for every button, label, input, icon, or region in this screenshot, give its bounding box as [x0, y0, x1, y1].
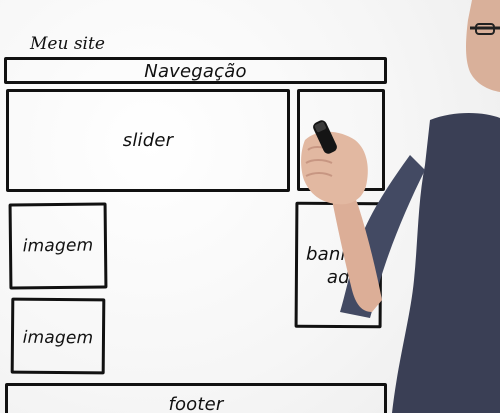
banner-label-line1: banner: [306, 243, 372, 266]
head-partial: [466, 0, 500, 92]
footer-box: footer: [5, 383, 387, 413]
image-box-1: imagem: [8, 202, 108, 290]
slider-box: slider: [6, 89, 290, 192]
slider-label: slider: [122, 130, 174, 151]
image-box-2: imagem: [10, 297, 106, 375]
glasses-lens: [475, 23, 495, 35]
navigation-label: Navegação: [144, 61, 247, 82]
image-label-1: imagem: [22, 235, 94, 257]
sidebar-box: [297, 89, 385, 191]
site-title: Meu site: [30, 34, 105, 54]
image-label-2: imagem: [22, 327, 94, 349]
banner-ad-label: banner ad: [298, 243, 379, 290]
banner-ad-box: banner ad: [294, 201, 383, 329]
navigation-box: Navegação: [4, 57, 387, 84]
banner-label-line2: ad: [326, 267, 350, 289]
shirt-torso: [392, 113, 500, 413]
footer-label: footer: [168, 394, 224, 413]
wireframe-scene: Meu site Navegação slider imagem imagem …: [0, 0, 500, 413]
